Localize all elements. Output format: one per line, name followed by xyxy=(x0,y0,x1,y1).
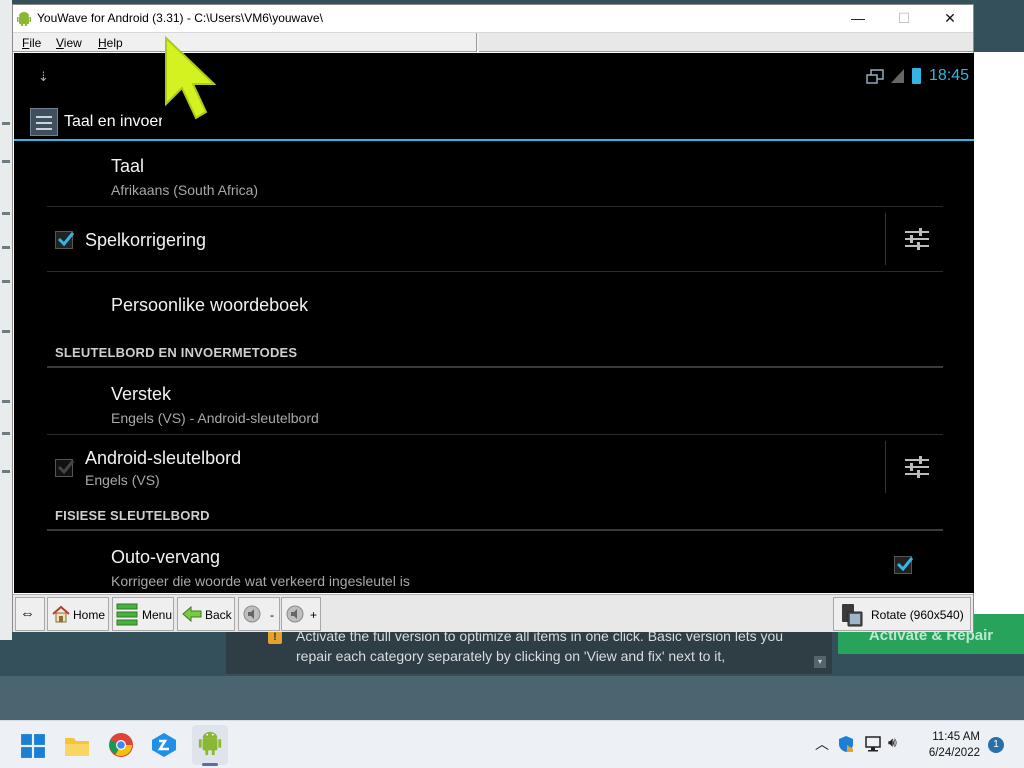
volume-icon xyxy=(286,605,304,623)
taskbar-time: 11:45 AM xyxy=(932,731,980,743)
pref-default-title[interactable]: Verstek xyxy=(111,384,171,405)
taskbar-date: 6/24/2022 xyxy=(928,747,980,759)
menu-help[interactable]: Help xyxy=(98,36,123,50)
minimize-button[interactable]: — xyxy=(835,5,881,32)
menu-icon xyxy=(116,603,138,626)
keyboard-settings-icon[interactable] xyxy=(904,454,930,480)
android-screen[interactable]: ⇣ 18:45 Taal en invoer Taal Afrikaans (S… xyxy=(14,53,974,593)
rotate-device-icon xyxy=(842,604,863,627)
rotate-button[interactable]: Rotate (960x540) xyxy=(833,597,971,631)
pref-dictionary-title[interactable]: Persoonlike woordeboek xyxy=(111,295,308,316)
security-shield-icon[interactable] xyxy=(838,735,854,753)
category-divider xyxy=(47,529,943,531)
taskbar-active-indicator xyxy=(202,763,218,766)
menu-file[interactable]: File xyxy=(22,36,41,50)
android-status-bar: ⇣ 18:45 xyxy=(14,53,974,103)
volume-down-button[interactable]: - xyxy=(238,597,280,631)
background-message: Activate the full version to optimize al… xyxy=(296,628,784,664)
settings-icon[interactable] xyxy=(30,108,58,136)
pref-default-summary: Engels (VS) - Android-sleutelbord xyxy=(111,410,319,426)
android-keyboard-checkbox xyxy=(55,459,75,477)
network-tray-icon[interactable] xyxy=(864,735,882,753)
menu-bar: File View Help xyxy=(13,32,973,52)
youwave-window: YouWave for Android (3.31) - C:\Users\VM… xyxy=(12,4,974,632)
category-divider xyxy=(47,366,943,368)
back-arrow-icon xyxy=(182,605,202,623)
category-physical-header: FISIESE SLEUTELBORD xyxy=(55,508,210,523)
menu-view[interactable]: View xyxy=(56,36,82,50)
maximize-button[interactable]: ☐ xyxy=(881,5,927,32)
resize-button[interactable]: ⇔ xyxy=(15,597,45,631)
youwave-taskbar-icon[interactable] xyxy=(197,730,223,756)
windows-start-icon[interactable] xyxy=(20,733,46,759)
repair-tool-icon[interactable] xyxy=(151,732,177,758)
taskbar: ︿ 🔊︎ 11:45 AM 6/24/2022 1 xyxy=(0,720,1024,768)
window-titlebar[interactable]: YouWave for Android (3.31) - C:\Users\VM… xyxy=(13,5,973,32)
pref-auto-replace-title[interactable]: Outo-vervang xyxy=(111,547,220,568)
pref-android-keyboard-title[interactable]: Android-sleutelbord xyxy=(85,448,241,469)
menu-button[interactable]: Menu xyxy=(112,597,174,631)
status-time: 18:45 xyxy=(929,67,970,84)
battery-icon xyxy=(912,68,921,84)
pref-language-title: Taal xyxy=(111,156,145,176)
pref-language-summary: Afrikaans (South Africa) xyxy=(111,182,259,198)
android-app-icon xyxy=(17,12,31,26)
pref-android-keyboard-summary: Engels (VS) xyxy=(85,472,160,488)
divider xyxy=(47,434,943,435)
download-icon: ⇣ xyxy=(38,69,49,84)
notification-badge[interactable]: 1 xyxy=(988,737,1004,753)
menu-bar-rest xyxy=(479,33,973,52)
close-button[interactable]: ✕ xyxy=(927,5,973,32)
arrows-icon: ⇔ xyxy=(20,605,35,622)
background-window-edge xyxy=(0,0,12,640)
auto-replace-checkbox[interactable] xyxy=(894,556,914,574)
vertical-separator xyxy=(885,213,886,265)
spellcheck-settings-icon[interactable] xyxy=(904,226,930,252)
window-title: YouWave for Android (3.31) - C:\Users\VM… xyxy=(37,11,323,25)
back-button[interactable]: Back xyxy=(177,597,235,631)
network-icon xyxy=(866,69,884,84)
volume-icon xyxy=(243,605,261,623)
home-button[interactable]: Home xyxy=(47,597,109,631)
background-strip xyxy=(0,676,1024,720)
background-window-right xyxy=(973,52,1024,642)
file-explorer-icon[interactable] xyxy=(64,733,90,759)
mouse-cursor-icon xyxy=(165,35,217,120)
warning-icon: ! xyxy=(268,630,282,644)
actionbar-title: Taal en invoer xyxy=(64,113,162,130)
pref-spellcheck-title[interactable]: Spelkorrigering xyxy=(85,230,206,251)
youwave-toolbar: ⇔ Home Menu Back - + Rotate (960x540) xyxy=(13,594,973,632)
chrome-icon[interactable] xyxy=(108,732,134,758)
divider xyxy=(47,271,943,272)
scroll-down-icon[interactable]: ▾ xyxy=(814,656,826,668)
home-icon xyxy=(52,605,70,623)
volume-tray-icon[interactable]: 🔊︎ xyxy=(888,734,897,751)
divider xyxy=(47,206,943,207)
pref-auto-replace-summary: Korrigeer die woorde wat verkeerd ingesl… xyxy=(111,573,410,589)
vertical-separator xyxy=(885,441,886,493)
menu-box xyxy=(13,33,477,52)
signal-icon xyxy=(891,69,904,83)
volume-up-button[interactable]: + xyxy=(281,597,321,631)
tray-chevron-icon[interactable]: ︿ xyxy=(815,734,829,754)
android-action-bar: Taal en invoer xyxy=(14,103,974,141)
taskbar-clock[interactable]: 11:45 AM 6/24/2022 xyxy=(910,729,980,761)
category-keyboard-header: SLEUTELBORD EN INVOERMETODES xyxy=(55,345,298,360)
spellcheck-checkbox[interactable] xyxy=(55,231,75,249)
